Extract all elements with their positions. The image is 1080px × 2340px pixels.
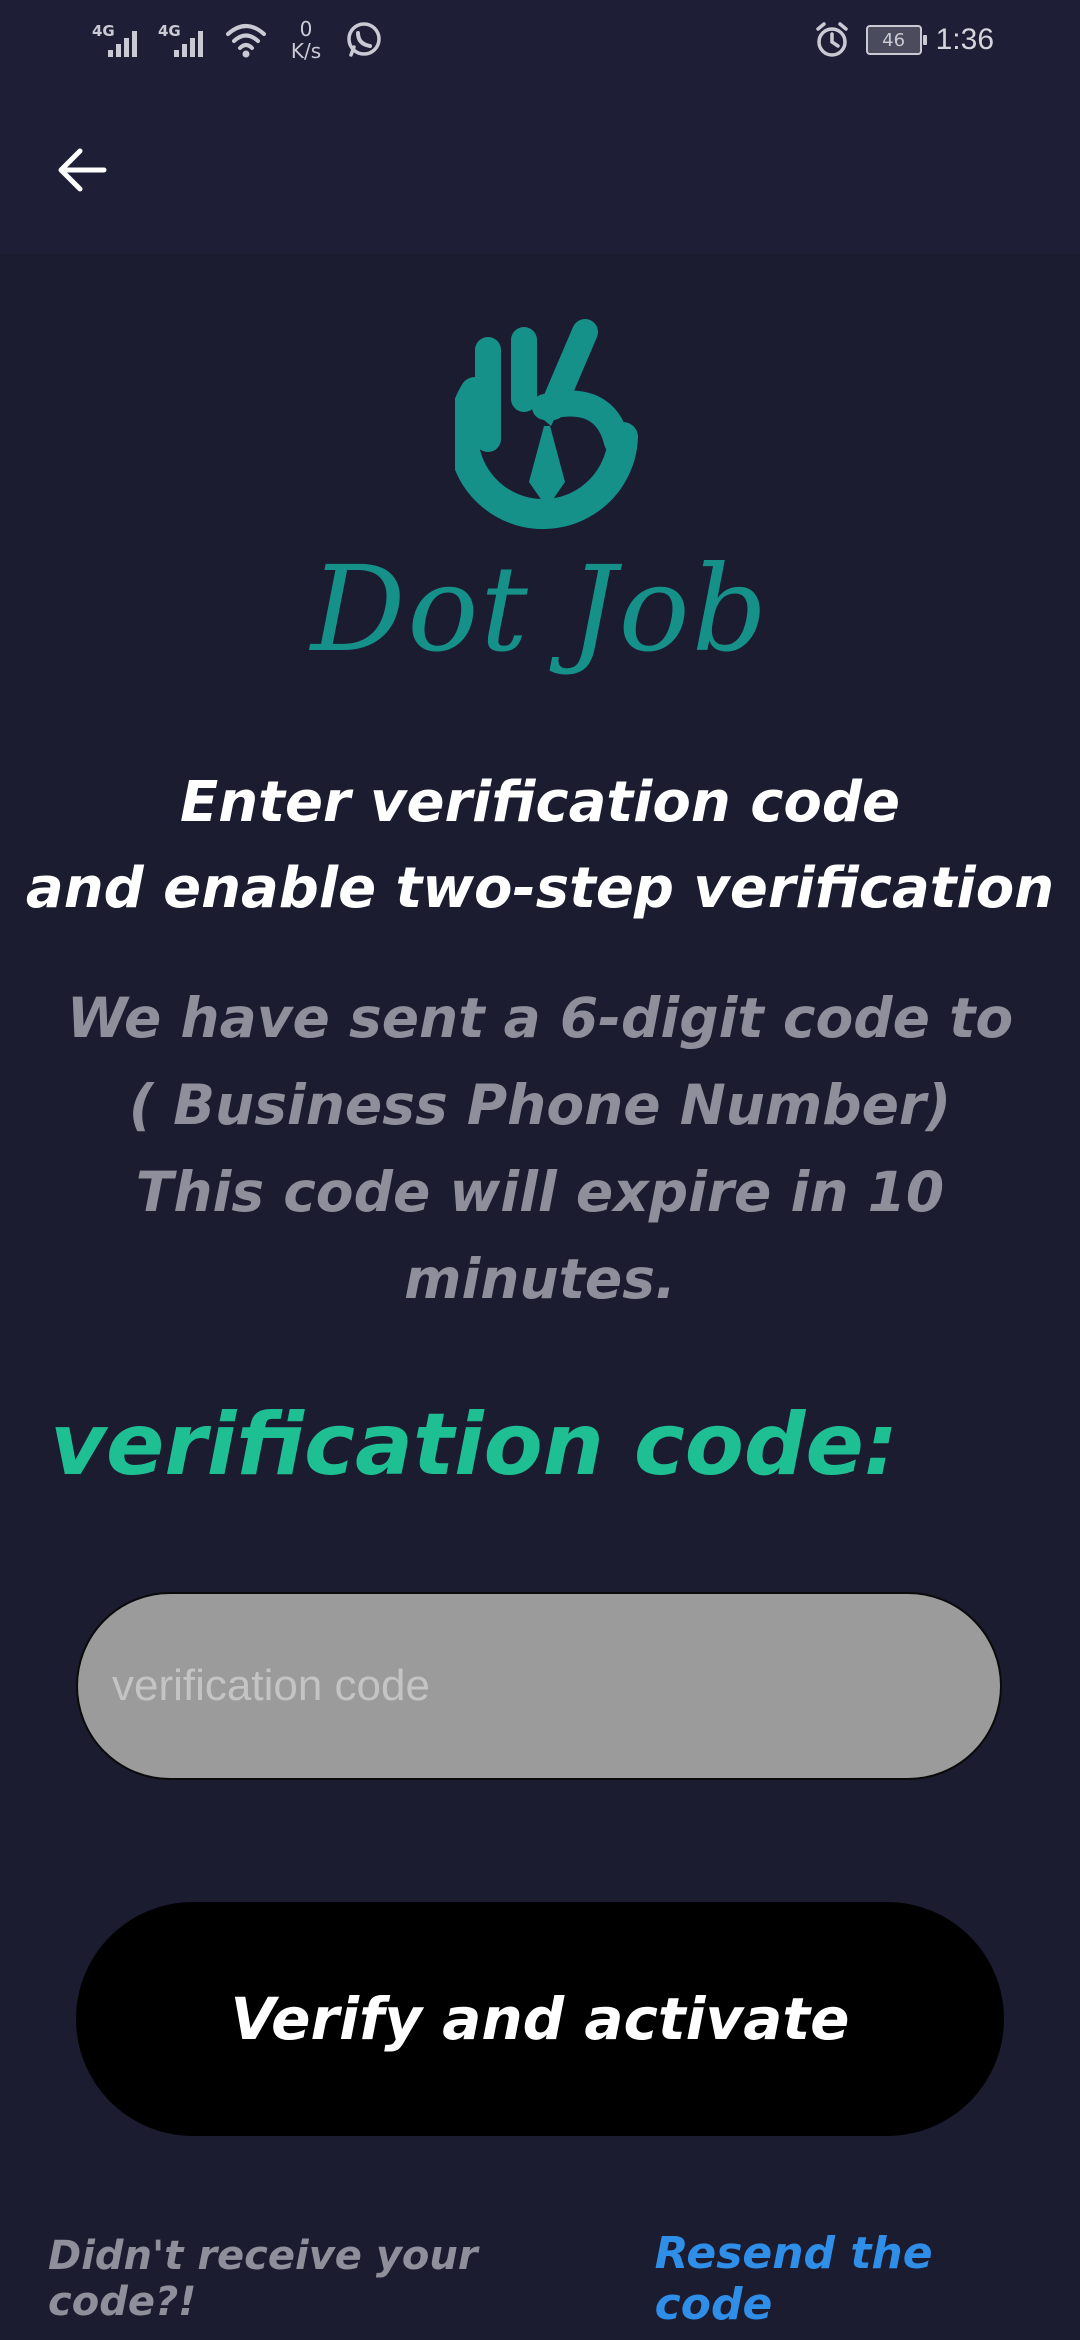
info-line: This code will expire in 10 minutes. <box>135 1160 945 1311</box>
battery-level: 46 <box>882 29 906 51</box>
back-arrow-icon[interactable] <box>52 140 112 200</box>
wifi-icon <box>226 24 266 58</box>
alarm-icon <box>815 22 848 57</box>
status-time: 1:36 <box>935 23 994 56</box>
verification-code-label: verification code: <box>50 1395 899 1495</box>
info-text: We have sent a 6-digit code to ( Busines… <box>10 975 1070 1323</box>
resend-row: Didn't receive your code?! Resend the co… <box>48 2228 1048 2330</box>
verification-code-input[interactable] <box>76 1592 1002 1780</box>
status-left: 4G 4G 0 K/s <box>90 18 386 62</box>
info-line: We have sent a 6-digit code to <box>66 986 1014 1050</box>
signal-icon: 4G <box>90 18 148 62</box>
network-speed-unit: K/s <box>290 39 322 63</box>
resend-code-link[interactable]: Resend the code <box>655 2228 1048 2330</box>
network-speed: 0 K/s <box>278 18 334 62</box>
brand-name: Dot Job <box>310 540 770 678</box>
battery-icon: 46 <box>865 25 927 55</box>
status-bar: 4G 4G 0 K/s 46 1:36 <box>0 0 1080 84</box>
network-speed-value: 0 <box>299 17 313 41</box>
hand-tie-logo-icon <box>455 319 638 530</box>
verify-and-activate-button[interactable]: Verify and activate <box>76 1902 1004 2136</box>
didnt-receive-text: Didn't receive your code?! <box>48 2233 478 2325</box>
info-line: ( Business Phone Number) <box>128 1073 952 1137</box>
title-line: Enter verification code <box>180 770 900 835</box>
app-bar <box>0 84 1080 254</box>
title-line: and enable two-step verification <box>25 856 1055 921</box>
status-right: 46 1:36 <box>812 20 994 60</box>
page-title: Enter verification code and enable two-s… <box>20 760 1060 932</box>
whatsapp-icon <box>347 22 381 57</box>
signal-icon: 4G <box>156 18 214 62</box>
